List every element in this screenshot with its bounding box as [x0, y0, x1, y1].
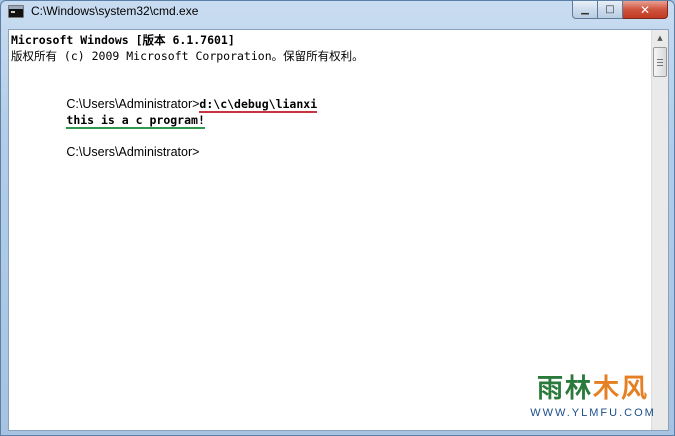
cmd-app-icon[interactable]	[8, 5, 24, 18]
watermark-logo-part1: 雨林	[536, 373, 593, 404]
console-command: d:\c\debug\lianxi	[199, 97, 318, 113]
console-area[interactable]: Microsoft Windows [版本 6.1.7601] 版权所有 (c)…	[8, 29, 669, 431]
minimize-button[interactable]: ▁	[572, 1, 598, 19]
console-line-output: this is a c program!	[11, 96, 205, 129]
console-program-output: this is a c program!	[66, 113, 205, 129]
console-line-copyright: 版权所有 (c) 2009 Microsoft Corporation。保留所有…	[11, 49, 364, 63]
scroll-up-arrow-icon[interactable]: ▲	[652, 30, 668, 46]
watermark-logo-part2: 木风	[593, 373, 650, 404]
window-title: C:\Windows\system32\cmd.exe	[31, 4, 199, 18]
maximize-button[interactable]: □	[598, 1, 623, 19]
console-line-command: C:\Users\Administrator>d:\c\debug\lianxi	[11, 80, 318, 113]
watermark-logo-text: 雨林木风	[537, 368, 649, 405]
grip-icon	[657, 59, 663, 66]
console-line-version: Microsoft Windows [版本 6.1.7601]	[11, 33, 235, 47]
caption-buttons: ▁ □ ✕	[572, 1, 668, 19]
watermark-url: WWW.YLMFU.COM	[530, 406, 656, 419]
close-button[interactable]: ✕	[623, 1, 668, 19]
console-line-prompt: C:\Users\Administrator>	[11, 128, 199, 159]
title-bar[interactable]: C:\Windows\system32\cmd.exe ▁ □ ✕	[1, 1, 674, 23]
console-prompt-current: C:\Users\Administrator>	[66, 145, 200, 159]
scrollbar-thumb[interactable]	[653, 47, 667, 77]
cmd-window: C:\Windows\system32\cmd.exe ▁ □ ✕ Micros…	[0, 0, 675, 436]
watermark-logo: 雨林木风 WWW.YLMFU.COM	[528, 362, 658, 424]
